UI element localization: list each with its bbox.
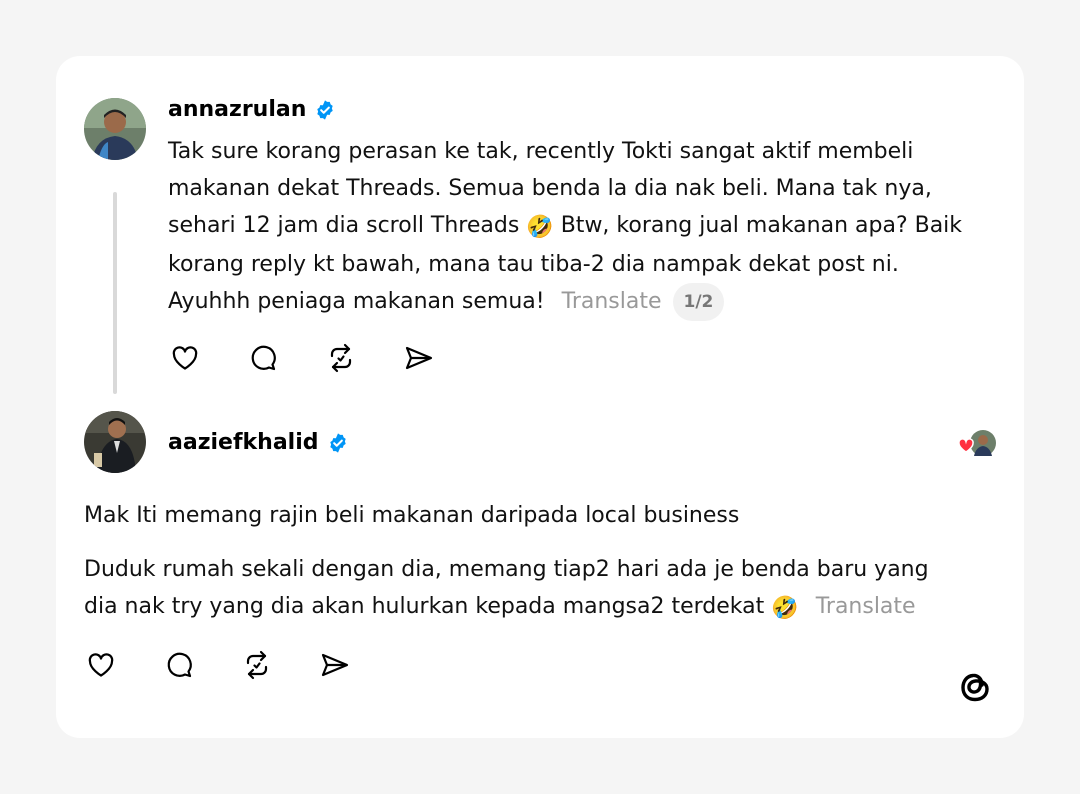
rofl-emoji: 🤣	[771, 596, 799, 621]
rofl-emoji: 🤣	[526, 215, 554, 240]
post2-line: dia nak try yang dia akan hulurkan kepad…	[84, 594, 916, 621]
comment-icon	[251, 345, 276, 371]
page-indicator-badge: 1/2	[672, 283, 725, 321]
username-text[interactable]: annazrulan	[168, 95, 306, 125]
translate-link[interactable]: Translate	[562, 289, 662, 314]
post2-username[interactable]: aaziefkhalid	[168, 428, 349, 458]
thread-card: annazrulan Tak sure korang perasan ke ta…	[56, 56, 1024, 738]
share-icon	[321, 653, 349, 677]
username-text[interactable]: aaziefkhalid	[168, 428, 319, 458]
repost-button[interactable]	[325, 342, 357, 374]
post1-username[interactable]: annazrulan	[168, 95, 336, 125]
post1-line: sehari 12 jam dia scroll Threads 🤣 Btw, …	[168, 213, 963, 240]
verified-icon	[314, 99, 336, 121]
heart-icon	[172, 346, 198, 370]
like-button[interactable]	[85, 649, 117, 681]
threads-logo-icon[interactable]	[954, 666, 996, 708]
post2-actions	[85, 649, 351, 681]
post1-line: Ayuhhh peniaga makanan semua! Translate …	[168, 283, 1008, 321]
comment-button[interactable]	[247, 342, 279, 374]
post1-line: korang reply kt bawah, mana tau tiba-2 d…	[168, 252, 899, 277]
heart-icon	[88, 653, 114, 677]
share-button[interactable]	[403, 342, 435, 374]
post1-actions	[169, 342, 435, 374]
repost-button[interactable]	[241, 649, 273, 681]
repost-icon	[330, 343, 352, 373]
translate-link[interactable]: Translate	[816, 594, 916, 619]
share-button[interactable]	[319, 649, 351, 681]
verified-icon	[327, 432, 349, 454]
avatar-aaziefkhalid[interactable]	[84, 411, 146, 473]
liked-by-author-indicator	[956, 428, 996, 458]
share-icon	[405, 346, 433, 370]
comment-icon	[167, 652, 192, 678]
post2-line: Duduk rumah sekali dengan dia, memang ti…	[84, 557, 929, 582]
post2-paragraph2: Duduk rumah sekali dengan dia, memang ti…	[84, 551, 1004, 627]
like-button[interactable]	[169, 342, 201, 374]
comment-button[interactable]	[163, 649, 195, 681]
post1-line: makanan dekat Threads. Semua benda la di…	[168, 176, 932, 201]
repost-icon	[246, 650, 268, 680]
thread-connector-line	[113, 192, 117, 394]
post1-body: Tak sure korang perasan ke tak, recently…	[168, 133, 1008, 321]
post1-line: Tak sure korang perasan ke tak, recently…	[168, 139, 914, 164]
post2-paragraph1: Mak Iti memang rajin beli makanan daripa…	[84, 503, 740, 528]
avatar-annazrulan[interactable]	[84, 98, 146, 160]
